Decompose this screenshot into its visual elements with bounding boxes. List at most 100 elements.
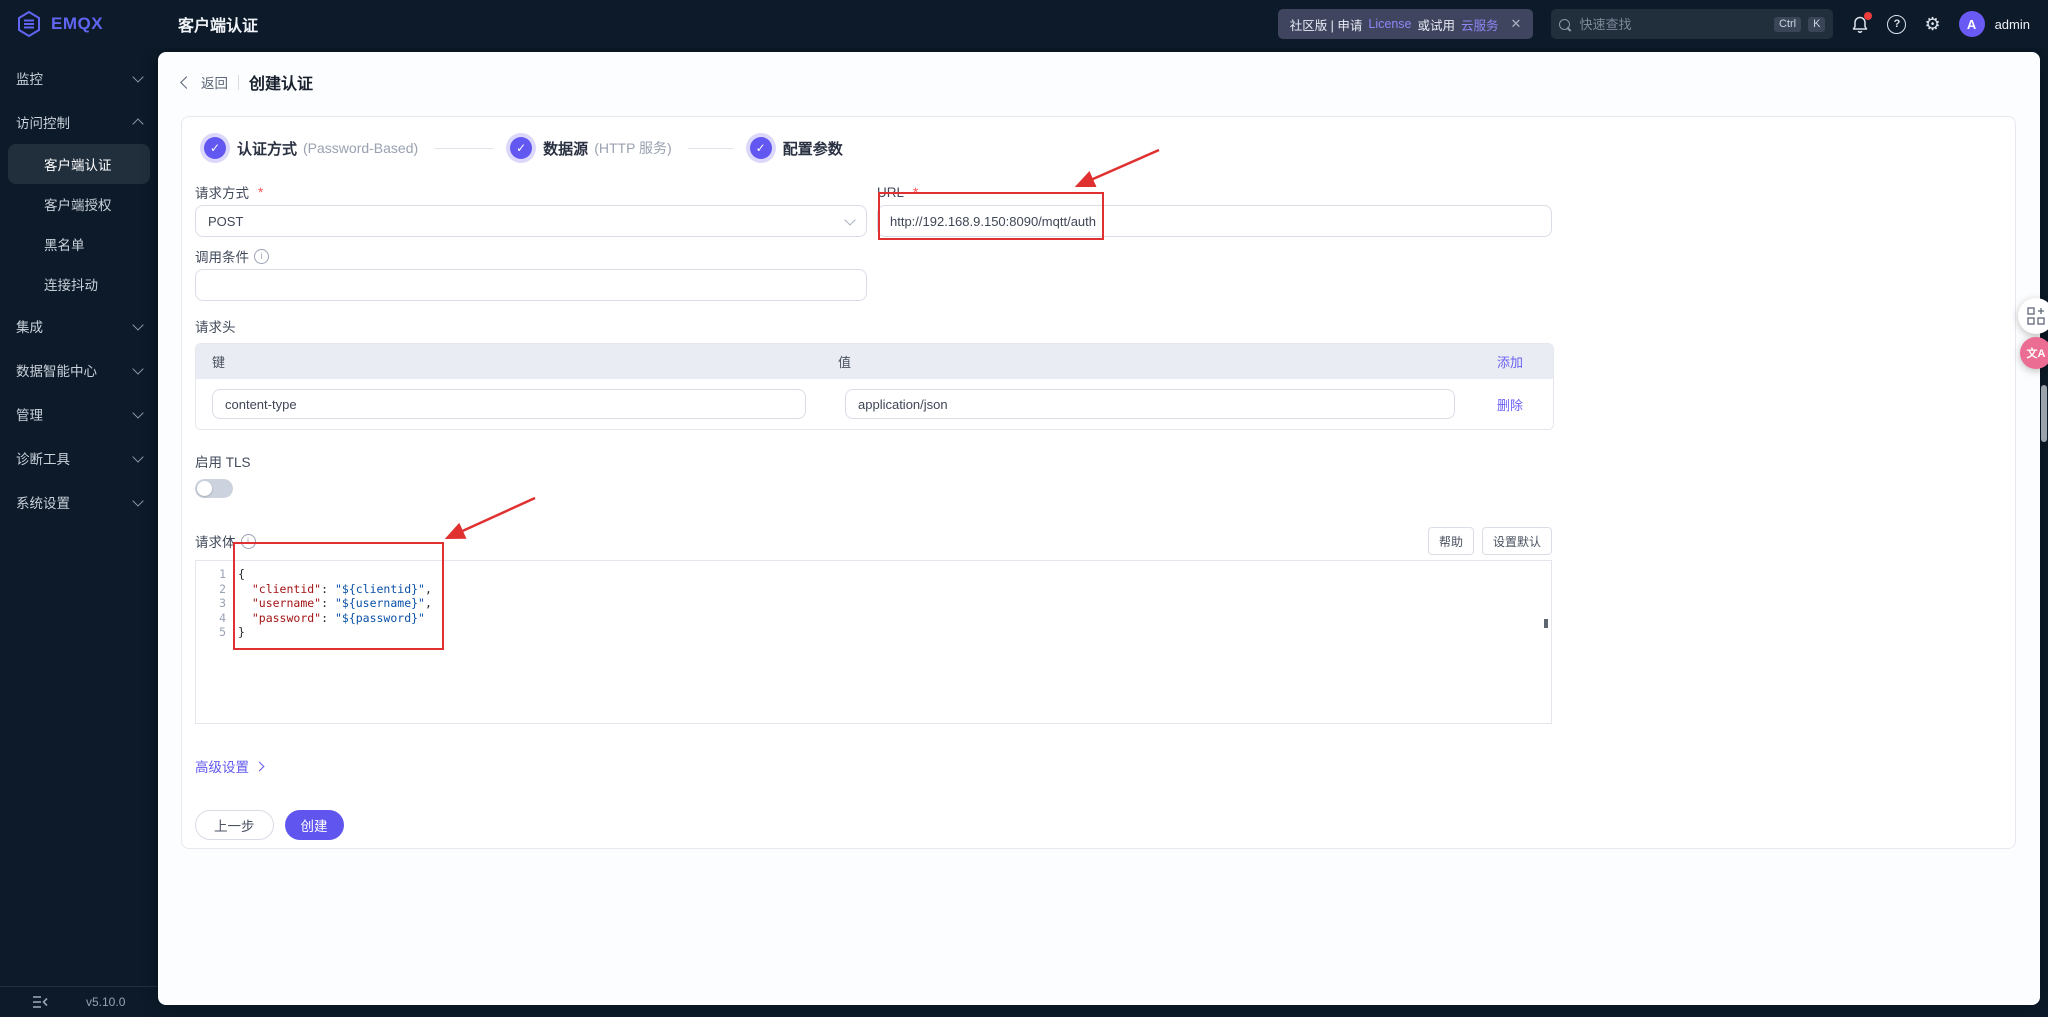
- info-icon[interactable]: i: [254, 249, 269, 264]
- license-banner: 社区版 | 申请 License 或试用 云服务 ✕: [1278, 9, 1534, 39]
- sidebar-item-label: 访问控制: [16, 112, 70, 132]
- set-default-button[interactable]: 设置默认: [1482, 527, 1552, 555]
- code-indent: [238, 596, 252, 611]
- help-button-small[interactable]: 帮助: [1428, 527, 1474, 555]
- search-input[interactable]: [1577, 16, 1767, 33]
- code-comma: ,: [425, 596, 432, 611]
- advanced-settings-link[interactable]: 高级设置: [195, 756, 263, 776]
- chevron-down-icon: [132, 451, 143, 462]
- method-select[interactable]: POST: [195, 205, 867, 237]
- brand-name: EMQX: [51, 14, 103, 34]
- sidebar-item-client-authorization[interactable]: 客户端授权: [8, 184, 150, 224]
- sidebar-item-system-settings[interactable]: 系统设置: [0, 480, 158, 524]
- toggle-knob: [197, 481, 212, 496]
- avatar[interactable]: A: [1959, 11, 1985, 37]
- sidebar-item-integration[interactable]: 集成: [0, 304, 158, 348]
- code-colon: :: [321, 582, 335, 597]
- close-icon[interactable]: ✕: [1511, 16, 1522, 32]
- step-2-check-icon[interactable]: ✓: [510, 137, 532, 159]
- sidebar-item-label: 黑名单: [44, 234, 85, 254]
- request-body-editor[interactable]: 1{ 2 "clientid": "${clientid}", 3 "usern…: [195, 560, 1552, 724]
- back-chevron-icon[interactable]: [180, 76, 193, 89]
- help-icon: ?: [1887, 15, 1906, 34]
- create-button[interactable]: 创建: [285, 810, 344, 840]
- settings-button[interactable]: ⚙: [1924, 15, 1940, 33]
- translate-widget-button[interactable]: 文A: [2020, 337, 2048, 369]
- step-1-check-icon[interactable]: ✓: [204, 137, 226, 159]
- line-number: 4: [196, 611, 238, 626]
- code-key: "password": [252, 611, 321, 626]
- header-key-input[interactable]: [212, 389, 806, 419]
- url-input[interactable]: [877, 205, 1552, 237]
- license-link[interactable]: License: [1368, 17, 1411, 31]
- sidebar-item-flapping-detect[interactable]: 连接抖动: [8, 264, 150, 304]
- delete-header-button[interactable]: 删除: [1458, 395, 1553, 414]
- shortcut-ctrl-key: Ctrl: [1774, 17, 1801, 32]
- previous-step-button[interactable]: 上一步: [195, 810, 274, 840]
- chevron-down-icon: [132, 495, 143, 506]
- sidebar-item-diagnose[interactable]: 诊断工具: [0, 436, 158, 480]
- sidebar-item-blacklist[interactable]: 黑名单: [8, 224, 150, 264]
- version-label: v5.10.0: [86, 995, 125, 1009]
- topbar: EMQX 客户端认证 社区版 | 申请 License 或试用 云服务 ✕ Ct…: [0, 0, 2048, 48]
- headers-table: 键 值 添加 删除: [195, 343, 1554, 430]
- sidebar: 监控 访问控制 客户端认证 客户端授权 黑名单 连接抖动 集成: [0, 48, 158, 1017]
- key-column-header: 键: [196, 352, 838, 371]
- back-button[interactable]: 返回: [201, 72, 228, 92]
- notification-dot: [1864, 12, 1872, 20]
- sidebar-item-label: 客户端认证: [44, 154, 112, 174]
- gear-icon: ⚙: [1924, 15, 1940, 33]
- sidebar-item-label: 客户端授权: [44, 194, 112, 214]
- search-icon: [1559, 19, 1570, 30]
- editor-scroll-marker: [1544, 619, 1548, 628]
- code-indent: [238, 582, 252, 597]
- help-button[interactable]: ?: [1887, 15, 1906, 34]
- emqx-logo[interactable]: EMQX: [0, 10, 158, 38]
- cloud-link[interactable]: 云服务: [1461, 15, 1499, 34]
- tls-label: 启用 TLS: [195, 452, 2001, 470]
- line-number: 1: [196, 567, 238, 582]
- wizard-title: 创建认证: [249, 70, 313, 94]
- chevron-down-icon: [132, 319, 143, 330]
- add-header-button[interactable]: 添加: [1458, 352, 1553, 371]
- info-icon[interactable]: i: [241, 534, 256, 549]
- step-3-label: 配置参数: [783, 138, 843, 159]
- chevron-right-icon: [255, 761, 265, 771]
- chevron-down-icon: [844, 214, 855, 225]
- license-banner-text: 社区版 | 申请: [1290, 15, 1363, 34]
- search-box[interactable]: Ctrl K: [1551, 9, 1833, 39]
- method-select-value: POST: [208, 214, 243, 229]
- table-row: 删除: [196, 379, 1553, 429]
- collapse-sidebar-icon[interactable]: [32, 995, 48, 1009]
- shortcut-k-key: K: [1808, 17, 1825, 32]
- username: admin: [1995, 17, 2030, 32]
- extension-widget-button[interactable]: [2018, 298, 2048, 334]
- tls-toggle[interactable]: [195, 479, 233, 498]
- sidebar-item-management[interactable]: 管理: [0, 392, 158, 436]
- body-label-text: 请求体: [195, 531, 236, 551]
- step-2-label: 数据源: [543, 138, 588, 159]
- code-colon: :: [321, 596, 335, 611]
- chevron-down-icon: [132, 407, 143, 418]
- sidebar-item-data-intelligence[interactable]: 数据智能中心: [0, 348, 158, 392]
- notifications-button[interactable]: [1851, 15, 1869, 34]
- code-key: "clientid": [252, 582, 321, 597]
- condition-label: 调用条件 i: [195, 247, 867, 265]
- code-key: "username": [252, 596, 321, 611]
- step-2-sublabel: (HTTP 服务): [594, 138, 672, 158]
- step-1-label: 认证方式: [237, 138, 297, 159]
- header-value-input[interactable]: [845, 389, 1455, 419]
- sidebar-item-client-authentication[interactable]: 客户端认证: [8, 144, 150, 184]
- sidebar-item-label: 管理: [16, 404, 43, 424]
- code-value: "${password}": [335, 611, 425, 626]
- wizard-card: ✓ 认证方式 (Password-Based) ✓ 数据源 (HTTP 服务) …: [181, 116, 2016, 849]
- step-3-check-icon[interactable]: ✓: [750, 137, 772, 159]
- step-connector: [688, 148, 734, 149]
- condition-label-text: 调用条件: [195, 246, 249, 266]
- scrollbar-thumb[interactable]: [2041, 385, 2047, 442]
- sidebar-item-access-control[interactable]: 访问控制: [0, 100, 158, 144]
- condition-input[interactable]: [195, 269, 867, 301]
- grid-plus-icon: [2027, 307, 2045, 325]
- sidebar-item-monitoring[interactable]: 监控: [0, 56, 158, 100]
- line-number: 5: [196, 625, 238, 640]
